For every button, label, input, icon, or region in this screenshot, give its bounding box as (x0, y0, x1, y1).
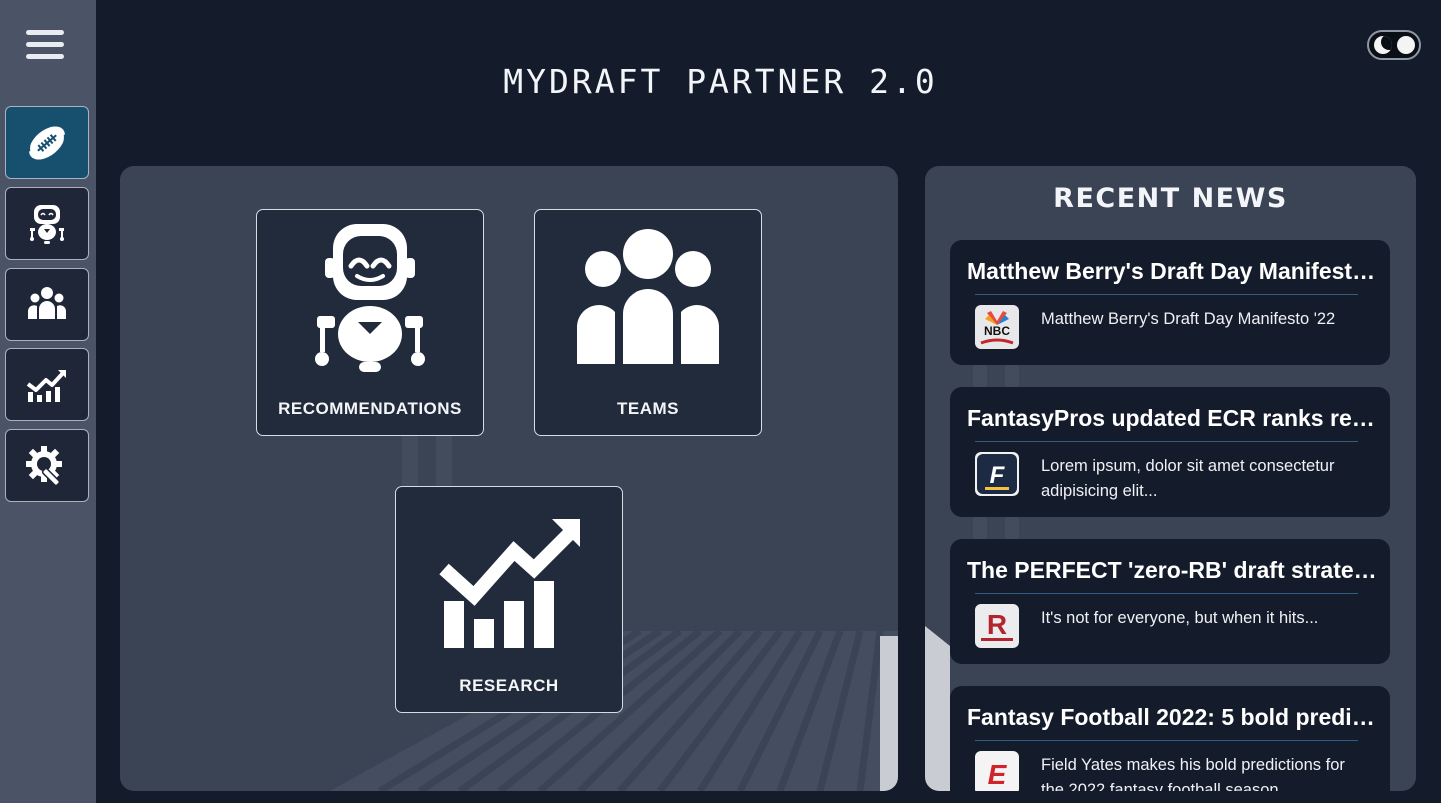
hamburger-bar (26, 42, 64, 47)
news-headline[interactable]: Fantasy Football 2022: 5 bold prediction… (967, 704, 1377, 731)
news-card[interactable]: Matthew Berry's Draft Day Manifesto '22 … (950, 240, 1390, 365)
news-title: RECENT NEWS (1053, 183, 1288, 214)
news-card[interactable]: The PERFECT 'zero-RB' draft strategy R I… (950, 539, 1390, 664)
sidebar-item-settings[interactable] (5, 429, 89, 502)
news-card[interactable]: FantasyPros updated ECR ranks released F… (950, 387, 1390, 517)
team-icon (577, 229, 719, 364)
news-divider (975, 441, 1358, 442)
news-panel: RECENT NEWS Matthew Berry's Draft Day Ma… (925, 166, 1416, 791)
news-headline[interactable]: FantasyPros updated ECR ranks released (967, 405, 1377, 432)
tile-label: TEAMS (617, 399, 679, 418)
moon-icon (1374, 36, 1392, 54)
sidebar (0, 0, 96, 803)
app-title: MYDRAFT PARTNER 2.0 (503, 62, 938, 101)
news-summary: It's not for everyone, but when it hits.… (1041, 609, 1319, 627)
toggle-knob (1397, 36, 1415, 54)
tile-label: RECOMMENDATIONS (278, 399, 462, 418)
robot-icon (315, 224, 425, 372)
news-card[interactable]: Fantasy Football 2022: 5 bold prediction… (950, 686, 1390, 791)
svg-text:R: R (987, 609, 1007, 640)
gear-wrench-icon (26, 445, 62, 486)
tile-label: RESEARCH (459, 676, 559, 695)
news-headline[interactable]: Matthew Berry's Draft Day Manifesto '22 (967, 258, 1377, 285)
sidebar-item-football[interactable] (5, 106, 89, 179)
news-summary: Lorem ipsum, dolor sit amet consectetur … (1041, 457, 1335, 500)
theme-toggle[interactable] (1367, 30, 1421, 60)
hamburger-icon (26, 30, 64, 35)
rotoworld-logo: R (975, 604, 1019, 648)
main-panel: RECOMMENDATIONS TEAMS RESEARCH (120, 166, 898, 791)
sidebar-item-research[interactable] (5, 348, 89, 421)
svg-text:F: F (990, 462, 1006, 489)
teams-tile[interactable]: TEAMS (534, 209, 762, 436)
chart-growth-icon (439, 519, 580, 648)
sidebar-item-recommendations[interactable] (5, 187, 89, 260)
football-icon (28, 125, 66, 160)
fantasypros-logo: F (975, 452, 1019, 496)
news-divider (975, 593, 1358, 594)
recommendations-tile[interactable]: RECOMMENDATIONS (256, 209, 484, 436)
sidebar-item-teams[interactable] (5, 268, 89, 341)
svg-text:E: E (988, 759, 1008, 790)
news-headline[interactable]: The PERFECT 'zero-RB' draft strategy (967, 557, 1377, 584)
espn-logo: E (975, 751, 1019, 791)
chart-growth-icon (26, 369, 66, 402)
hamburger-menu-button[interactable] (24, 27, 66, 63)
research-tile[interactable]: RESEARCH (395, 486, 623, 713)
robot-icon (30, 204, 64, 244)
news-summary: Field Yates makes his bold predictions f… (1041, 756, 1345, 791)
news-divider (975, 294, 1358, 295)
news-summary: Matthew Berry's Draft Day Manifesto '22 (1041, 310, 1336, 328)
nbc-sports-logo: NBC (975, 305, 1019, 349)
team-icon (28, 286, 66, 319)
svg-text:NBC: NBC (984, 324, 1010, 338)
hamburger-bar (26, 54, 64, 59)
news-divider (975, 740, 1358, 741)
